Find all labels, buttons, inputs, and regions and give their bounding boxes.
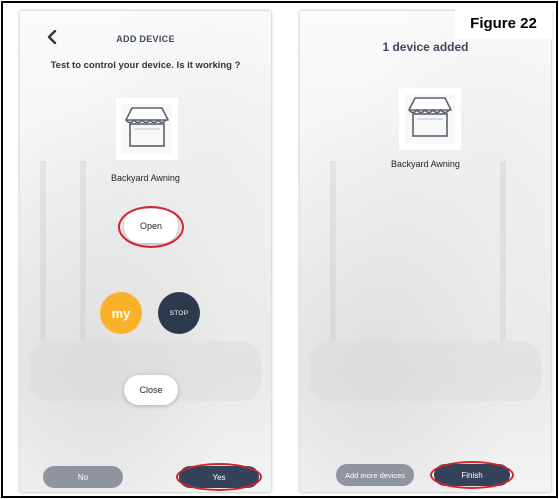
close-button[interactable]: Close [124,375,178,405]
add-device-screen: ADD DEVICE Test to control your device. … [20,11,271,492]
awning-icon [399,88,461,150]
page-title: ADD DEVICE [116,34,175,44]
background-window [330,161,336,341]
device-added-screen: 1 device added Backyard Awning Add more … [300,11,551,492]
my-button[interactable]: my [100,292,142,334]
background-window [500,161,506,341]
page-title: 1 device added [382,40,469,54]
open-button[interactable]: Open [124,209,178,243]
stop-button[interactable]: STOP [158,292,200,334]
add-more-devices-button[interactable]: Add more devices [336,464,414,486]
test-question: Test to control your device. Is it worki… [50,60,241,71]
background-window [40,161,46,341]
background-window [80,161,86,341]
figure-label: Figure 22 [455,7,552,39]
finish-button[interactable]: Finish [434,464,510,486]
no-button[interactable]: No [43,466,123,488]
awning-icon [116,98,178,160]
background-sofa [310,341,541,401]
device-name: Backyard Awning [391,159,460,169]
figure-frame: ADD DEVICE Test to control your device. … [1,1,558,498]
yes-button[interactable]: Yes [179,466,259,488]
device-name: Backyard Awning [111,173,180,183]
